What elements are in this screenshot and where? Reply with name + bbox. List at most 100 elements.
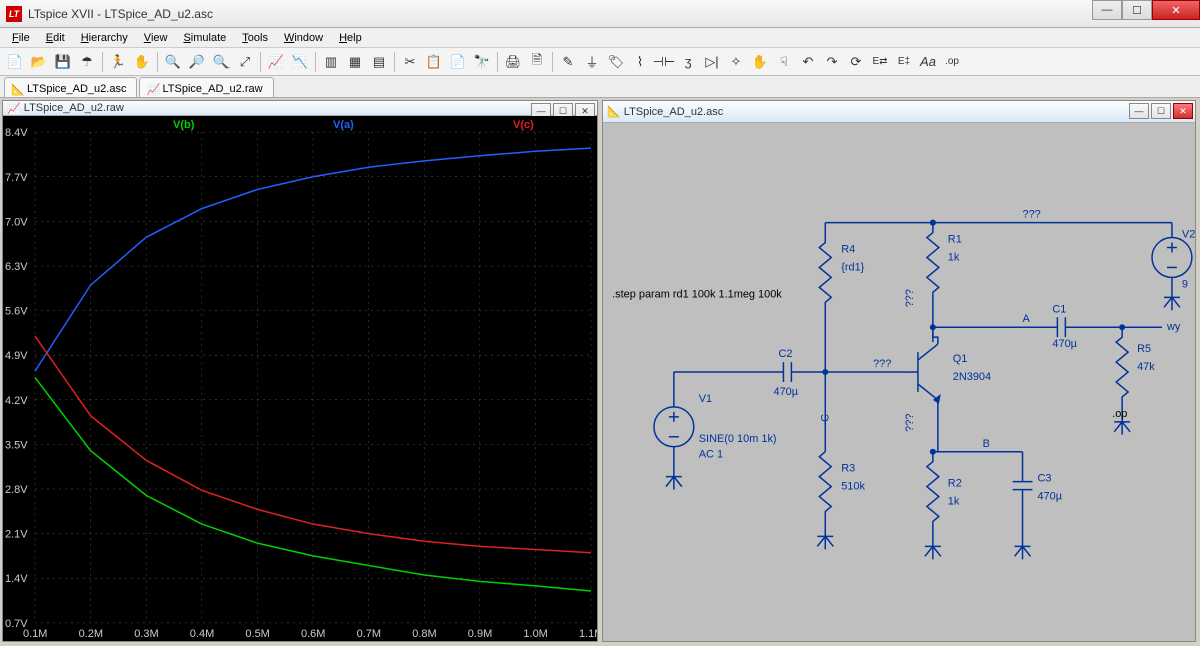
net-q1[interactable]: ???	[1023, 209, 1041, 221]
window-minimize-button[interactable]: —	[1092, 0, 1122, 20]
c2-value[interactable]: 470µ	[773, 386, 798, 398]
zoom-in-button[interactable]: 🔍	[162, 51, 184, 73]
node-a[interactable]: A	[1023, 313, 1031, 325]
v1-label[interactable]: V1	[699, 393, 712, 405]
op-directive[interactable]: .op	[1112, 408, 1127, 420]
move-button[interactable]: ✋	[749, 51, 771, 73]
pane-minimize-button[interactable]: —	[1129, 103, 1149, 119]
menu-hierarchy[interactable]: Hierarchy	[73, 30, 136, 46]
r2-value[interactable]: 1k	[948, 496, 960, 508]
r1-label[interactable]: R1	[948, 234, 962, 246]
legend-va[interactable]: V(a)	[333, 119, 354, 131]
mirror-button[interactable]: E⇄	[869, 51, 891, 73]
node-b[interactable]: B	[983, 438, 990, 450]
inductor-button[interactable]: ʒ	[677, 51, 699, 73]
svg-text:4.2V: 4.2V	[5, 395, 28, 407]
menu-window[interactable]: Window	[276, 30, 331, 46]
c3-value[interactable]: 470µ	[1037, 491, 1062, 503]
capacitor-button[interactable]: ⊣⊢	[653, 51, 675, 73]
halt-button[interactable]: ✋	[131, 51, 153, 73]
v2-value[interactable]: 9	[1182, 278, 1188, 290]
r4-label[interactable]: R4	[841, 244, 855, 256]
zoom-fit-button[interactable]: ⤢	[234, 51, 256, 73]
draw-wire-button[interactable]: ✎	[557, 51, 579, 73]
print-button[interactable]: 🖨	[502, 51, 524, 73]
menu-tools[interactable]: Tools	[234, 30, 276, 46]
svg-text:2.1V: 2.1V	[5, 529, 28, 541]
component-button[interactable]: ✧	[725, 51, 747, 73]
svg-text:0.9M: 0.9M	[468, 628, 492, 640]
paste-button[interactable]: 📄	[447, 51, 469, 73]
v1-ac[interactable]: AC 1	[699, 449, 723, 461]
tab-waveform[interactable]: 📈 LTSpice_AD_u2.raw	[139, 77, 273, 97]
v2-label[interactable]: V2	[1182, 229, 1195, 241]
node-wy[interactable]: wy	[1166, 321, 1181, 333]
drag-button[interactable]: ☟	[773, 51, 795, 73]
text-button[interactable]: Aa	[917, 51, 939, 73]
q1-label[interactable]: Q1	[953, 353, 968, 365]
add-trace-button[interactable]: 📉	[289, 51, 311, 73]
print-setup-button[interactable]: 🗎	[526, 51, 548, 73]
svg-text:0.5M: 0.5M	[245, 628, 269, 640]
tile-windows-button[interactable]: ▥	[320, 51, 342, 73]
rotate-button[interactable]: ⟳	[845, 51, 867, 73]
undo-button[interactable]: ↶	[797, 51, 819, 73]
menu-edit[interactable]: Edit	[38, 30, 73, 46]
run-button[interactable]: 🏃	[107, 51, 129, 73]
cut-button[interactable]: ✂	[399, 51, 421, 73]
c1-label[interactable]: C1	[1052, 303, 1066, 315]
diode-button[interactable]: ▷|	[701, 51, 723, 73]
zoom-out-button[interactable]: 🔍-	[210, 51, 232, 73]
r2-label[interactable]: R2	[948, 478, 962, 490]
flip-button[interactable]: E‡	[893, 51, 915, 73]
window-maximize-button[interactable]: ☐	[1122, 0, 1152, 20]
open-button[interactable]: 📂	[28, 51, 50, 73]
window-close-button[interactable]: ✕	[1152, 0, 1200, 20]
net-q3[interactable]: ???	[873, 358, 891, 370]
redo-button[interactable]: ↷	[821, 51, 843, 73]
schematic-canvas[interactable]: R4 {rd1} R1 1k ??? V2 9	[603, 123, 1195, 641]
net-q4[interactable]: ???	[904, 414, 916, 432]
spice-directive-button[interactable]: .op	[941, 51, 963, 73]
legend-vc[interactable]: V(c)	[513, 119, 534, 131]
menu-help[interactable]: Help	[331, 30, 370, 46]
pane-maximize-button[interactable]: ☐	[1151, 103, 1171, 119]
r3-value[interactable]: 510k	[841, 481, 865, 493]
net-q2[interactable]: ???	[904, 289, 916, 307]
c1-value[interactable]: 470µ	[1052, 338, 1077, 350]
pane-close-button[interactable]: ✕	[1173, 103, 1193, 119]
svg-text:1.0M: 1.0M	[523, 628, 547, 640]
close-windows-button[interactable]: ▤	[368, 51, 390, 73]
step-directive[interactable]: .step param rd1 100k 1.1meg 100k	[612, 288, 782, 300]
svg-text:4.9V: 4.9V	[5, 350, 28, 362]
resistor-button[interactable]: ⌇	[629, 51, 651, 73]
tab-schematic[interactable]: 📐 LTSpice_AD_u2.asc	[4, 77, 137, 97]
menu-simulate[interactable]: Simulate	[175, 30, 234, 46]
c2-label[interactable]: C2	[778, 348, 792, 360]
control-panel-button[interactable]: ☂	[76, 51, 98, 73]
svg-text:3.5V: 3.5V	[5, 439, 28, 451]
ground-button[interactable]: ⏚	[581, 51, 603, 73]
q1-value[interactable]: 2N3904	[953, 371, 991, 383]
copy-button[interactable]: 📋	[423, 51, 445, 73]
save-button[interactable]: 💾	[52, 51, 74, 73]
r3-label[interactable]: R3	[841, 463, 855, 475]
cascade-windows-button[interactable]: ▦	[344, 51, 366, 73]
r1-value[interactable]: 1k	[948, 251, 960, 263]
waveform-plot[interactable]: 8.4V7.7V7.0V6.3V5.6V4.9V4.2V3.5V2.8V2.1V…	[3, 116, 597, 641]
c3-label[interactable]: C3	[1037, 473, 1051, 485]
menu-view[interactable]: View	[136, 30, 176, 46]
zoom-pan-button[interactable]: 🔎	[186, 51, 208, 73]
v1-sine[interactable]: SINE(0 10m 1k)	[699, 433, 777, 445]
r5-label[interactable]: R5	[1137, 343, 1151, 355]
r5-value[interactable]: 47k	[1137, 361, 1155, 373]
pane-title-text: LTSpice_AD_u2.asc	[624, 106, 723, 118]
menu-file[interactable]: File	[4, 30, 38, 46]
waveform-pane: 📈 LTSpice_AD_u2.raw — ☐ ✕ 8.4V7.7V7.0V6.…	[2, 100, 598, 642]
new-schematic-button[interactable]: 📄	[4, 51, 26, 73]
find-button[interactable]: 🔭	[471, 51, 493, 73]
autorange-button[interactable]: 📈	[265, 51, 287, 73]
label-net-button[interactable]: 🏷	[605, 51, 627, 73]
r4-value[interactable]: {rd1}	[841, 261, 864, 273]
legend-vb[interactable]: V(b)	[173, 119, 195, 131]
